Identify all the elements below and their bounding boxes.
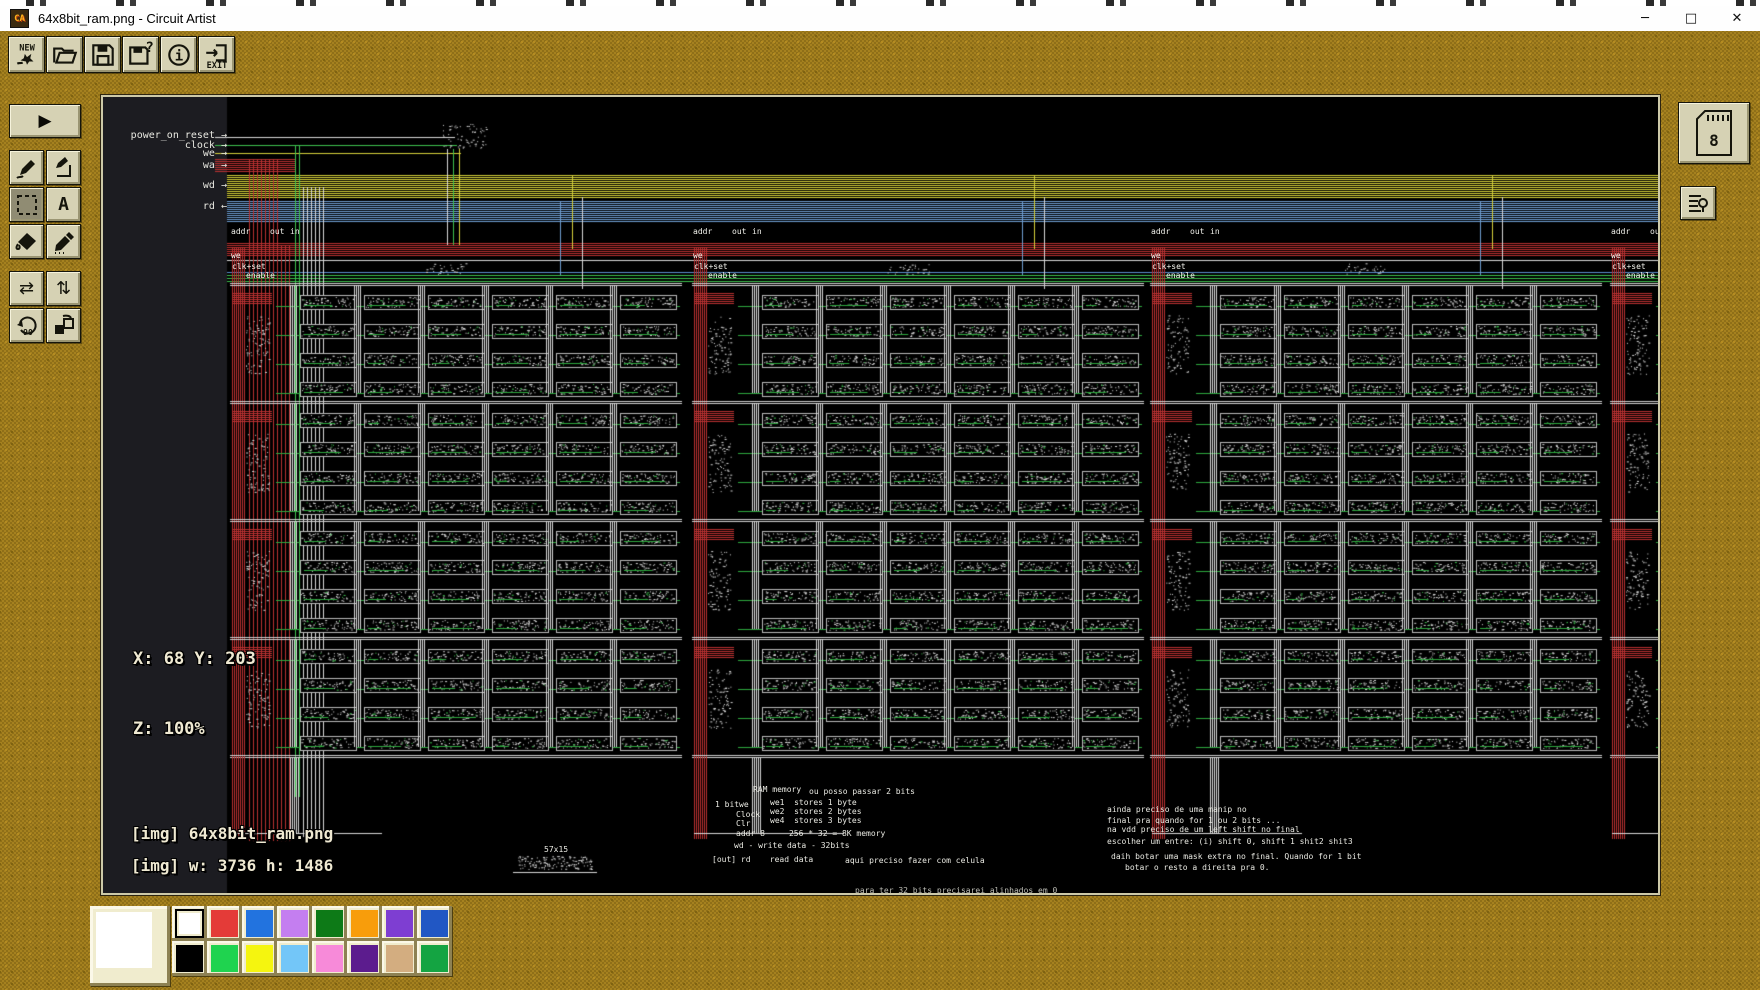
svg-text:?: ? [145, 39, 153, 55]
color-swatch-fill [351, 910, 378, 937]
svg-text:90: 90 [23, 328, 33, 337]
window-title: 64x8bit_ram.png - Circuit Artist [38, 11, 216, 26]
save-button[interactable] [84, 36, 121, 73]
color-swatch-1-7[interactable] [417, 941, 452, 976]
save-floppy-icon [89, 41, 117, 69]
circuit-canvas[interactable] [103, 97, 1658, 893]
new-file-icon: NEW [13, 41, 41, 69]
color-swatch-fill [176, 910, 203, 937]
exit-icon: EXIT [203, 41, 231, 69]
color-swatch-fill [281, 945, 308, 972]
window-controls: ─ □ ✕ [1622, 6, 1760, 31]
select-tool-button[interactable] [9, 187, 44, 222]
color-swatch-1-4[interactable] [312, 941, 347, 976]
chip-library-button[interactable]: 8 [1678, 102, 1750, 164]
tool-group-gap [9, 261, 83, 269]
color-swatch-1-5[interactable] [347, 941, 382, 976]
color-swatch-0-5[interactable] [347, 906, 382, 941]
color-swatch-fill [421, 945, 448, 972]
tool-palette: ▶ A [9, 104, 83, 343]
color-swatch-fill [246, 910, 273, 937]
color-swatch-0-2[interactable] [242, 906, 277, 941]
color-swatch-1-3[interactable] [277, 941, 312, 976]
picker-tool-button[interactable] [46, 224, 81, 259]
rotate-90-icon: 90 [14, 313, 40, 339]
color-swatch-0-6[interactable] [382, 906, 417, 941]
save-as-icon: ? [127, 41, 155, 69]
rotate-90-button[interactable]: 90 [9, 308, 44, 343]
color-swatch-fill [281, 910, 308, 937]
color-swatch-fill [386, 945, 413, 972]
color-swatch-fill [351, 945, 378, 972]
info-button[interactable]: i [160, 36, 197, 73]
color-swatch-fill [211, 910, 238, 937]
paint-bucket-icon [14, 229, 40, 255]
search-list-icon [1686, 191, 1710, 215]
paste-transform-button[interactable] [46, 308, 81, 343]
swap-horizontal-button[interactable]: ⇄ [9, 271, 44, 306]
color-swatch-0-7[interactable] [417, 906, 452, 941]
color-swatch-fill [316, 910, 343, 937]
open-file-button[interactable] [46, 36, 83, 73]
color-swatch-fill [421, 910, 448, 937]
minimize-button[interactable]: ─ [1622, 6, 1668, 31]
color-swatch-0-4[interactable] [312, 906, 347, 941]
color-swatch-fill [176, 945, 203, 972]
svg-text:EXIT: EXIT [206, 60, 227, 70]
svg-text:NEW: NEW [19, 43, 35, 53]
color-swatch-fill [246, 945, 273, 972]
pencil-icon [14, 155, 40, 181]
text-tool-button[interactable]: A [46, 187, 81, 222]
svg-text:i: i [174, 48, 182, 64]
line-pencil-icon [51, 155, 77, 181]
open-folder-icon [51, 41, 79, 69]
exit-button[interactable]: EXIT [198, 36, 235, 73]
info-icon: i [165, 41, 193, 69]
paste-flip-icon [51, 313, 77, 339]
main-toolbar: NEW ? [8, 36, 235, 73]
tool-grid: A ⇄ ⇅ 90 [9, 150, 83, 343]
current-color-swatch[interactable] [90, 906, 170, 986]
color-swatch-1-0[interactable] [172, 941, 207, 976]
search-lines-button[interactable] [1680, 186, 1716, 220]
color-swatch-0-0[interactable] [172, 906, 207, 941]
swap-vertical-button[interactable]: ⇅ [46, 271, 81, 306]
close-button[interactable]: ✕ [1714, 6, 1760, 31]
color-swatch-1-6[interactable] [382, 941, 417, 976]
color-swatch-fill [386, 910, 413, 937]
titlebar: CA 64x8bit_ram.png - Circuit Artist ─ □ … [0, 6, 1760, 31]
current-color-fill [96, 912, 152, 968]
new-file-button[interactable]: NEW [8, 36, 45, 73]
app-window: CA 64x8bit_ram.png - Circuit Artist ─ □ … [0, 0, 1760, 990]
color-swatch-0-1[interactable] [207, 906, 242, 941]
color-swatch-1-1[interactable] [207, 941, 242, 976]
selection-marquee-icon [14, 192, 40, 218]
line-tool-button[interactable] [46, 150, 81, 185]
pencil-tool-button[interactable] [9, 150, 44, 185]
svg-text:8: 8 [1709, 131, 1719, 150]
color-swatch-1-2[interactable] [242, 941, 277, 976]
simulate-play-button[interactable]: ▶ [9, 104, 81, 138]
memory-chip-icon: 8 [1691, 108, 1737, 158]
color-swatch-fill [211, 945, 238, 972]
color-swatch-fill [316, 945, 343, 972]
canvas-frame: X: 68 Y: 203 Z: 100% [img] 64x8bit_ram.p… [101, 95, 1660, 895]
save-as-button[interactable]: ? [122, 36, 159, 73]
maximize-button[interactable]: □ [1668, 6, 1714, 31]
color-swatch-0-3[interactable] [277, 906, 312, 941]
fill-tool-button[interactable] [9, 224, 44, 259]
eyedropper-icon [51, 229, 77, 255]
app-icon: CA [10, 9, 29, 28]
